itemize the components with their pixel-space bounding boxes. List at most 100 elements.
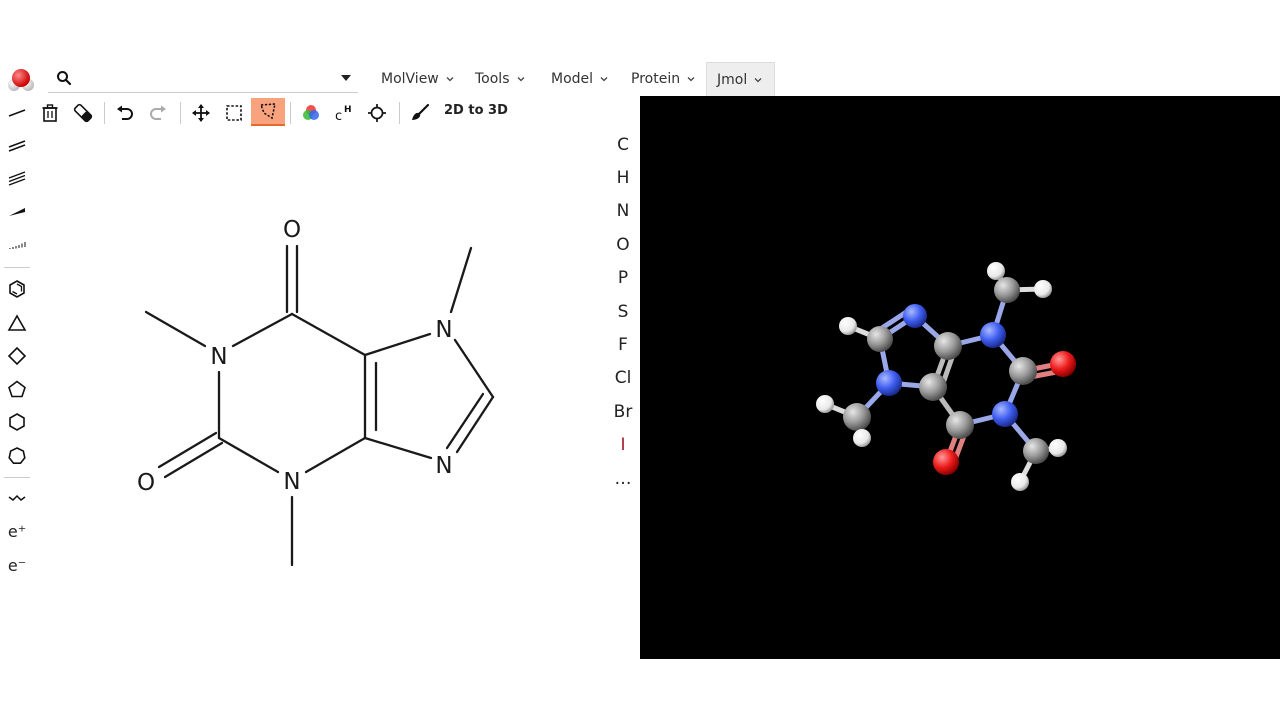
menu-jmol-label: Jmol <box>717 71 748 88</box>
chevron-down-icon <box>446 77 454 82</box>
triple-bond-icon <box>8 171 26 186</box>
charge-plus-label: e⁺ <box>7 521 27 541</box>
divider <box>290 102 291 124</box>
sketch-toolbar: cH 2D to 3D <box>34 96 634 130</box>
cyclopropane-tool[interactable] <box>5 311 29 335</box>
menu-tools-label: Tools <box>475 71 510 87</box>
atom-label-n: N <box>283 469 300 495</box>
menu-protein[interactable]: Protein <box>621 62 706 96</box>
molview-logo[interactable] <box>6 66 36 94</box>
cyclohexane-tool[interactable] <box>5 410 29 434</box>
triple-bond-tool[interactable] <box>5 167 29 191</box>
eraser-icon <box>73 103 93 123</box>
element-more[interactable]: … <box>606 469 640 489</box>
top-bar: MolView Tools Model Protein Jmol <box>0 62 1280 96</box>
element-o[interactable]: O <box>606 235 640 255</box>
left-toolbar: e⁺ e⁻ <box>0 96 34 596</box>
trash-icon <box>42 104 58 122</box>
hash-bond-tool[interactable] <box>5 233 29 257</box>
clean-structure-button[interactable] <box>407 101 433 125</box>
svg-text:H: H <box>344 105 352 115</box>
cycloheptane-tool[interactable] <box>5 444 29 468</box>
menu-model[interactable]: Model <box>541 62 619 96</box>
atom-label-o: O <box>283 217 301 243</box>
cyclobutane-tool[interactable] <box>5 344 29 368</box>
divider <box>4 267 30 268</box>
menu-model-label: Model <box>551 71 594 87</box>
charge-minus-label: e⁻ <box>7 555 27 575</box>
element-br[interactable]: Br <box>606 402 640 422</box>
rect-select-icon <box>226 105 242 121</box>
element-c[interactable]: C <box>606 135 640 155</box>
color-mode-button[interactable] <box>298 101 324 125</box>
heptagon-ring-icon <box>8 447 26 465</box>
element-cl[interactable]: Cl <box>606 368 640 388</box>
divider <box>104 102 105 124</box>
chain-icon <box>8 494 26 501</box>
search-dropdown-caret-icon[interactable] <box>340 72 352 84</box>
double-bond-icon <box>8 140 26 152</box>
single-bond-icon <box>8 109 26 117</box>
wedge-bond-tool[interactable] <box>5 200 29 224</box>
menu-molview[interactable]: MolView <box>371 62 465 96</box>
pentagon-ring-icon <box>8 380 26 398</box>
crosshair-icon <box>368 104 386 122</box>
show-hydrogens-button[interactable]: cH <box>331 101 357 125</box>
divider <box>399 102 400 124</box>
element-f[interactable]: F <box>606 335 640 355</box>
benzene-icon <box>9 280 25 298</box>
move-button[interactable] <box>188 101 214 125</box>
lasso-select-button[interactable] <box>251 98 285 126</box>
caffeine-model-3d <box>816 262 1076 491</box>
caffeine-structure-2d: O N N N N O <box>137 217 495 567</box>
single-bond-tool[interactable] <box>5 101 29 125</box>
redo-button[interactable] <box>145 101 171 125</box>
chevron-down-icon <box>517 77 524 82</box>
search-box[interactable] <box>48 66 358 93</box>
jmol-3d-viewer[interactable] <box>640 96 1280 659</box>
search-input[interactable] <box>78 68 332 90</box>
charge-plus-tool[interactable]: e⁺ <box>5 519 29 543</box>
element-p[interactable]: P <box>606 268 640 288</box>
atom-label-o: O <box>137 470 155 496</box>
element-h[interactable]: H <box>606 168 640 188</box>
atom-label-n: N <box>435 453 452 479</box>
charge-minus-tool[interactable]: e⁻ <box>5 553 29 577</box>
menu-tools[interactable]: Tools <box>465 62 536 96</box>
double-bond-tool[interactable] <box>5 134 29 158</box>
cyclopentane-tool[interactable] <box>5 377 29 401</box>
sketch-canvas[interactable]: O N N N N O <box>34 130 606 660</box>
element-n[interactable]: N <box>606 201 640 221</box>
hash-bond-icon <box>9 242 26 249</box>
clear-button[interactable] <box>37 101 63 125</box>
atom-label-n: N <box>435 317 452 343</box>
benzene-tool[interactable] <box>5 277 29 301</box>
menu-protein-label: Protein <box>631 71 681 87</box>
divider <box>4 477 30 478</box>
svg-text:c: c <box>335 109 342 123</box>
move-icon <box>192 104 210 122</box>
eraser-button[interactable] <box>70 101 96 125</box>
triangle-ring-icon <box>7 314 27 331</box>
undo-button[interactable] <box>112 101 138 125</box>
element-s[interactable]: S <box>606 302 640 322</box>
search-icon <box>57 71 72 86</box>
brush-icon <box>412 103 430 120</box>
carbon-hydrogen-icon: cH <box>335 105 352 123</box>
lasso-select-icon <box>259 103 276 120</box>
center-button[interactable] <box>364 101 390 125</box>
atom-label-n: N <box>210 344 227 370</box>
redo-icon <box>150 105 166 120</box>
menu-molview-label: MolView <box>381 71 439 87</box>
chain-tool[interactable] <box>5 486 29 510</box>
chevron-down-icon <box>600 77 608 82</box>
convert-2d-to-3d-button[interactable]: 2D to 3D <box>444 103 508 118</box>
divider <box>180 102 181 124</box>
square-ring-icon <box>7 346 27 366</box>
menu-jmol[interactable]: Jmol <box>706 62 775 96</box>
rect-select-button[interactable] <box>221 101 247 125</box>
undo-icon <box>117 105 133 120</box>
chevron-down-icon <box>687 77 695 82</box>
element-i[interactable]: I <box>606 435 640 455</box>
wedge-bond-icon <box>9 208 25 216</box>
